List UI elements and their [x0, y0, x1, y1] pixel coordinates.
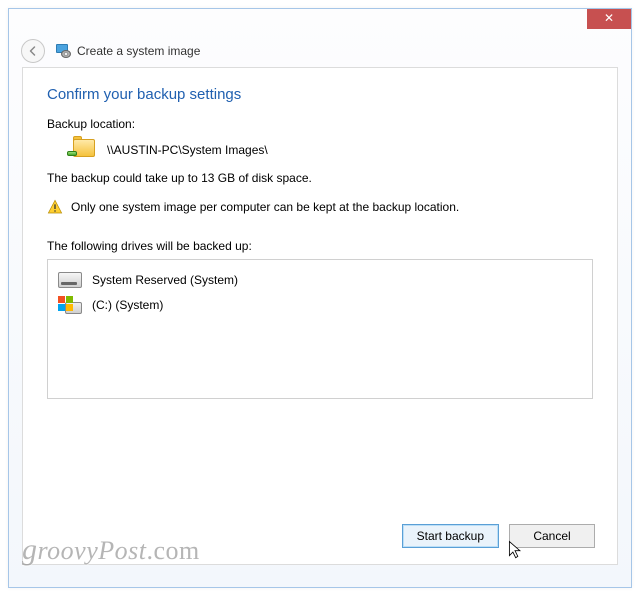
drives-list: System Reserved (System) (C:) (System) [47, 259, 593, 399]
titlebar: ✕ [9, 9, 631, 35]
cancel-button[interactable]: Cancel [509, 524, 595, 548]
warning-text: Only one system image per computer can b… [71, 200, 459, 214]
close-button[interactable]: ✕ [587, 9, 631, 29]
wizard-shield-icon [55, 43, 71, 59]
page-heading: Confirm your backup settings [47, 86, 593, 103]
drives-heading: The following drives will be backed up: [47, 239, 593, 253]
windows-drive-icon [58, 296, 82, 314]
header-row: Create a system image [9, 35, 631, 71]
backup-location-path: \\AUSTIN-PC\System Images\ [107, 143, 268, 157]
back-button[interactable] [21, 39, 45, 63]
drive-row: (C:) (System) [58, 292, 582, 318]
button-row: Start backup Cancel [402, 524, 595, 548]
window-title: Create a system image [77, 44, 200, 58]
content-panel: Confirm your backup settings Backup loca… [22, 67, 618, 565]
back-arrow-icon [27, 45, 39, 57]
disk-space-note: The backup could take up to 13 GB of dis… [47, 171, 593, 185]
warning-icon [47, 199, 63, 215]
warning-row: Only one system image per computer can b… [47, 199, 593, 215]
backup-location-label: Backup location: [47, 117, 593, 131]
drive-label: (C:) (System) [92, 298, 163, 312]
start-backup-button[interactable]: Start backup [402, 524, 499, 548]
hard-drive-icon [58, 272, 82, 288]
dialog-window: ✕ Create a system image Confirm your bac… [8, 8, 632, 588]
drive-row: System Reserved (System) [58, 268, 582, 292]
backup-location-row: \\AUSTIN-PC\System Images\ [47, 137, 593, 171]
network-folder-icon [67, 139, 97, 161]
drive-label: System Reserved (System) [92, 273, 238, 287]
